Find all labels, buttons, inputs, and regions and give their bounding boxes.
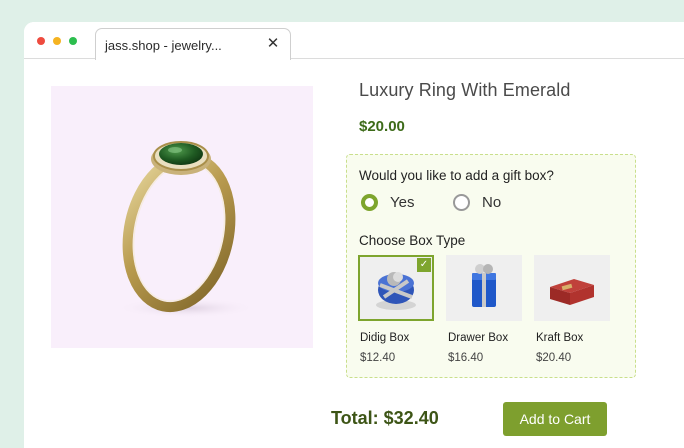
box-price: $12.40	[360, 352, 396, 364]
box-price: $20.40	[536, 352, 572, 364]
emerald-ring-image	[116, 141, 256, 318]
product-title: Luxury Ring With Emerald	[359, 80, 571, 100]
selected-check-icon: ✓	[417, 258, 431, 272]
kraft-gift-box-icon	[550, 279, 594, 305]
browser-titlebar: jass.shop - jewelry... ✕	[24, 22, 684, 60]
product-image	[51, 86, 313, 348]
browser-tab[interactable]: jass.shop - jewelry... ✕	[95, 28, 291, 60]
radio-no-label: No	[482, 194, 502, 211]
drawer-gift-box-icon	[472, 264, 496, 307]
maximize-window-icon[interactable]	[69, 37, 77, 45]
box-option-drawer[interactable]: Drawer Box $16.40	[446, 255, 524, 364]
total-price: Total: $32.40	[331, 408, 439, 428]
radio-unselected-icon	[453, 194, 470, 211]
minimize-window-icon[interactable]	[53, 37, 61, 45]
radio-selected-icon	[361, 194, 378, 211]
close-tab-icon[interactable]: ✕	[265, 36, 281, 52]
gift-box-question: Would you like to add a gift box?	[359, 168, 554, 183]
box-option-didig[interactable]: ✓ Didig Box $12.40	[358, 255, 436, 364]
product-price: $20.00	[359, 118, 405, 135]
box-name: Drawer Box	[448, 332, 509, 344]
box-name: Didig Box	[360, 332, 410, 344]
add-to-cart-button[interactable]: Add to Cart	[503, 402, 607, 436]
radio-yes-label: Yes	[390, 194, 415, 211]
box-thumbnail: ✓	[358, 255, 434, 321]
close-window-icon[interactable]	[37, 37, 45, 45]
box-thumbnail	[446, 255, 522, 321]
box-type-label: Choose Box Type	[359, 233, 466, 248]
gift-box-panel: Would you like to add a gift box? Yes No…	[346, 154, 636, 378]
box-name: Kraft Box	[536, 332, 584, 344]
tab-title: jass.shop - jewelry...	[105, 38, 222, 53]
box-option-kraft[interactable]: Kraft Box $20.40	[534, 255, 612, 364]
box-price: $16.40	[448, 352, 484, 364]
box-thumbnail	[534, 255, 610, 321]
browser-window: jass.shop - jewelry... ✕ Luxury Ring Wit…	[24, 22, 684, 448]
